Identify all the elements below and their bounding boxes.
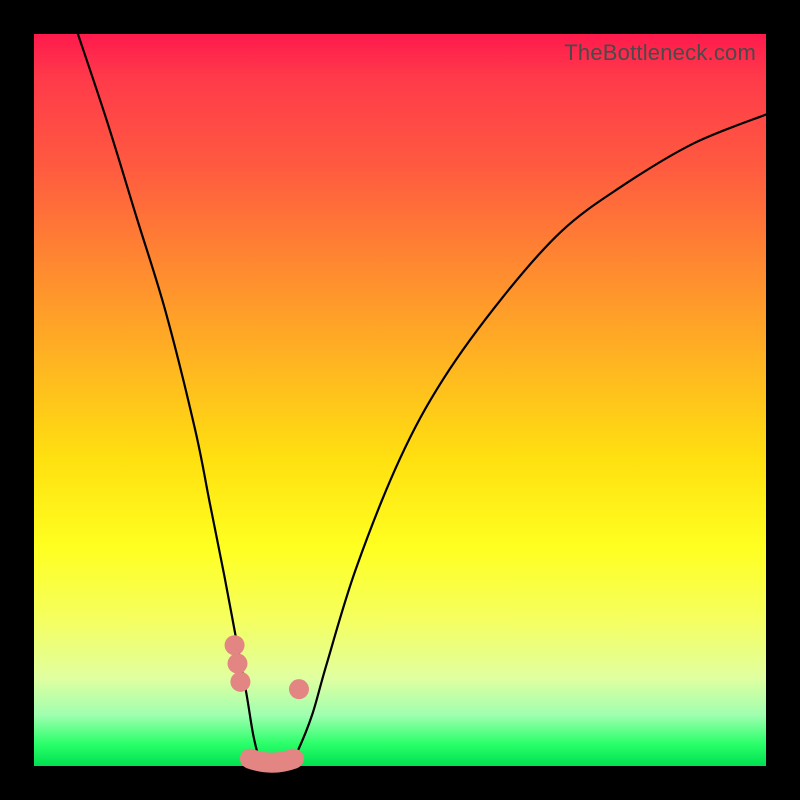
bottleneck-curve bbox=[34, 34, 766, 766]
chart-frame: TheBottleneck.com bbox=[0, 0, 800, 800]
curve-line bbox=[78, 34, 766, 766]
marker-dot bbox=[230, 672, 250, 692]
plot-area: TheBottleneck.com bbox=[34, 34, 766, 766]
marker-dot bbox=[227, 654, 247, 674]
marker-dot bbox=[225, 635, 245, 655]
marker-segment bbox=[250, 759, 294, 763]
marker-group bbox=[225, 635, 309, 699]
marker-dot bbox=[289, 679, 309, 699]
